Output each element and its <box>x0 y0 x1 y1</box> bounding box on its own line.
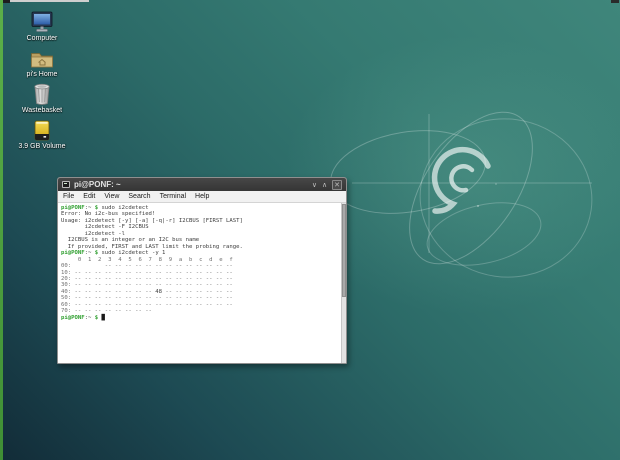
window-controls: ∨ ∧ ✕ <box>312 180 342 190</box>
desktop-icon-label: pi's Home <box>27 70 58 79</box>
scrollbar[interactable] <box>341 203 346 363</box>
menu-view[interactable]: View <box>104 193 119 200</box>
disk-volume-icon <box>33 119 51 141</box>
desktop-icon-volume[interactable]: 3.9 GB Volume <box>6 119 78 152</box>
home-folder-icon <box>29 47 55 69</box>
top-right-panel-nub <box>611 0 619 3</box>
terminal-content[interactable]: pi@PONF:~ $ sudo i2cdetectError: No i2c-… <box>58 203 346 363</box>
terminal-window: pi@PONF: ~ ∨ ∧ ✕ File Edit View Search T… <box>57 177 347 364</box>
desktop-icon-wastebasket[interactable]: Wastebasket <box>6 83 78 116</box>
desktop-icon-label: Computer <box>27 34 58 43</box>
menu-file[interactable]: File <box>63 193 74 200</box>
scrollbar-thumb[interactable] <box>342 204 346 297</box>
desktop-icon-label: 3.9 GB Volume <box>18 142 65 151</box>
maximize-button[interactable]: ∧ <box>322 181 327 189</box>
shade-button[interactable]: ∨ <box>312 181 317 189</box>
menu-terminal[interactable]: Terminal <box>160 193 186 200</box>
menu-help[interactable]: Help <box>195 193 209 200</box>
close-button[interactable]: ✕ <box>332 180 342 190</box>
computer-icon <box>29 11 55 33</box>
terminal-window-icon <box>62 181 70 188</box>
window-title: pi@PONF: ~ <box>74 180 312 189</box>
window-titlebar[interactable]: pi@PONF: ~ ∨ ∧ ✕ <box>58 178 346 191</box>
left-edge-green-stripe <box>0 0 3 460</box>
desktop-icon-computer[interactable]: Computer <box>6 11 78 44</box>
menu-search[interactable]: Search <box>128 193 150 200</box>
desktop-icon-pis-home[interactable]: pi's Home <box>6 47 78 80</box>
desktop-icon-column: Computer pi's Home <box>6 11 78 152</box>
terminal-line: pi@PONF:~ $ █ <box>61 315 339 321</box>
menu-edit[interactable]: Edit <box>83 193 95 200</box>
top-panel-sliver <box>9 0 89 2</box>
desktop: Computer pi's Home <box>0 0 620 460</box>
terminal-menubar: File Edit View Search Terminal Help <box>58 191 346 203</box>
wastebasket-icon <box>32 83 52 105</box>
top-left-panel-nub <box>3 0 10 3</box>
desktop-icon-label: Wastebasket <box>22 106 62 115</box>
terminal-output: pi@PONF:~ $ sudo i2cdetectError: No i2c-… <box>61 205 339 321</box>
